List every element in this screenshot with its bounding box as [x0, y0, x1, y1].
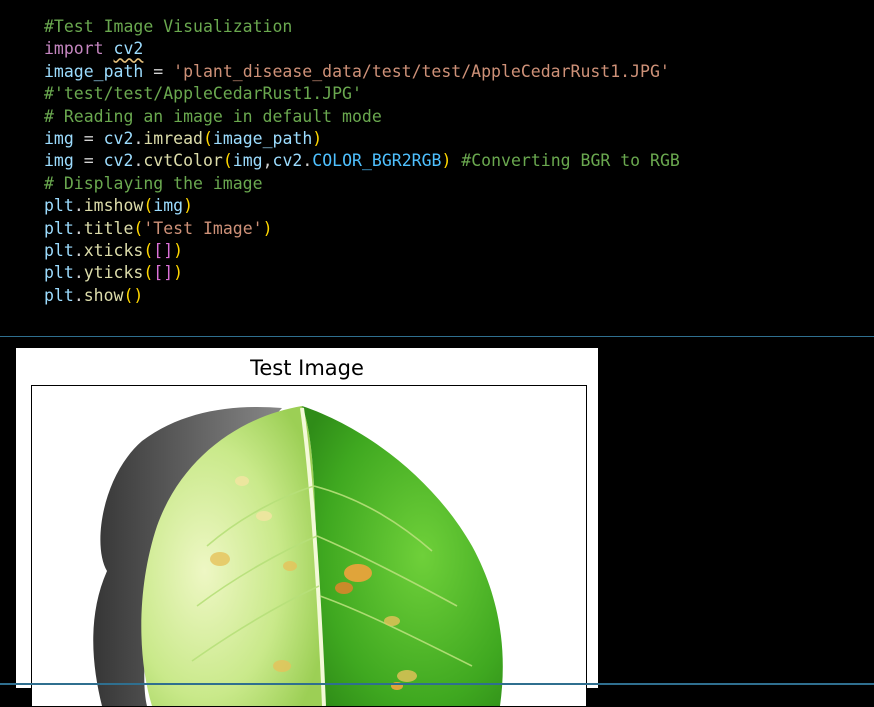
code-token: #'test/test/AppleCedarRust1.JPG' — [44, 84, 362, 104]
code-line[interactable]: #Test Image Visualization — [44, 16, 680, 38]
code-line[interactable]: plt.show() — [44, 285, 680, 307]
code-token: = — [143, 61, 174, 81]
code-token: plt — [44, 240, 74, 260]
code-token: img — [44, 128, 74, 148]
code-token: ) — [183, 196, 194, 216]
code-token: # Displaying the image — [44, 173, 263, 193]
code-token: cv2 — [113, 39, 144, 59]
code-token: imread — [143, 128, 203, 148]
code-token: ( — [133, 218, 144, 238]
figure-title: Test Image — [250, 356, 364, 380]
code-token: import — [44, 39, 114, 59]
code-token: . — [73, 218, 84, 238]
code-token: yticks — [83, 263, 144, 283]
code-token: ( — [143, 240, 154, 260]
matplotlib-figure: Test Image — [16, 348, 598, 707]
code-token: . — [73, 240, 84, 260]
code-token: # Reading an image in default mode — [44, 106, 382, 126]
code-token: img — [44, 151, 74, 171]
code-token: cv2 — [272, 151, 303, 171]
code-token: . — [302, 151, 313, 171]
code-token: plt — [44, 285, 74, 305]
code-token: . — [73, 263, 84, 283]
code-token: plt — [44, 196, 74, 216]
code-line[interactable]: import cv2 — [44, 38, 680, 60]
code-token: ( — [143, 196, 154, 216]
code-token: 'Test Image' — [143, 218, 263, 238]
code-token: 'plant_disease_data/test/test/AppleCedar… — [173, 61, 670, 81]
code-token: ( — [143, 263, 154, 283]
code-token: . — [73, 196, 84, 216]
code-token: show — [83, 285, 124, 305]
code-token: , — [262, 151, 273, 171]
code-line[interactable]: #'test/test/AppleCedarRust1.JPG' — [44, 83, 680, 105]
code-token: plt — [44, 218, 74, 238]
code-editor[interactable]: #Test Image Visualization import cv2 image… — [44, 16, 680, 307]
cell-divider-bottom — [0, 683, 874, 685]
code-token: [] — [153, 240, 174, 260]
code-token: ) — [173, 263, 184, 283]
code-line[interactable]: # Reading an image in default mode — [44, 106, 680, 128]
code-token: title — [83, 218, 134, 238]
code-token: ) — [262, 218, 273, 238]
code-line[interactable]: plt.title('Test Image') — [44, 218, 680, 240]
code-token: #Converting BGR to RGB — [451, 151, 680, 171]
code-token: img — [232, 151, 263, 171]
leaf-image — [93, 406, 503, 706]
code-token: ( — [222, 151, 233, 171]
code-token: ) — [173, 240, 184, 260]
code-token: () — [123, 285, 144, 305]
output-cell: Test Image — [0, 337, 874, 707]
code-token: = — [73, 151, 104, 171]
code-token: image_path — [212, 128, 313, 148]
code-line[interactable]: plt.yticks([]) — [44, 262, 680, 284]
code-token: plt — [44, 263, 74, 283]
code-token: img — [153, 196, 184, 216]
code-token: . — [133, 128, 144, 148]
code-token: . — [73, 285, 84, 305]
code-line[interactable]: plt.xticks([]) — [44, 240, 680, 262]
code-token: cv2 — [103, 151, 134, 171]
code-token: = — [73, 128, 104, 148]
code-line[interactable]: img = cv2.cvtColor(img,cv2.COLOR_BGR2RGB… — [44, 150, 680, 172]
code-token: [] — [153, 263, 174, 283]
code-token: cvtColor — [143, 151, 223, 171]
code-token: COLOR_BGR2RGB — [312, 151, 442, 171]
code-token: imshow — [83, 196, 144, 216]
code-cell[interactable]: #Test Image Visualization import cv2 image… — [0, 0, 874, 336]
code-token: ( — [202, 128, 213, 148]
code-token: ) — [312, 128, 323, 148]
leaf-right-half — [302, 406, 503, 706]
code-token: xticks — [83, 240, 144, 260]
code-line[interactable]: img = cv2.imread(image_path) — [44, 128, 680, 150]
code-line[interactable]: plt.imshow(img) — [44, 195, 680, 217]
code-line[interactable]: image_path = 'plant_disease_data/test/te… — [44, 61, 680, 83]
code-token: #Test Image Visualization — [44, 17, 293, 36]
code-line[interactable]: # Displaying the image — [44, 173, 680, 195]
code-token: image_path — [44, 61, 144, 81]
code-token: . — [133, 151, 144, 171]
code-token: ) — [441, 151, 452, 171]
image-axes — [31, 385, 587, 707]
code-token: cv2 — [103, 128, 134, 148]
